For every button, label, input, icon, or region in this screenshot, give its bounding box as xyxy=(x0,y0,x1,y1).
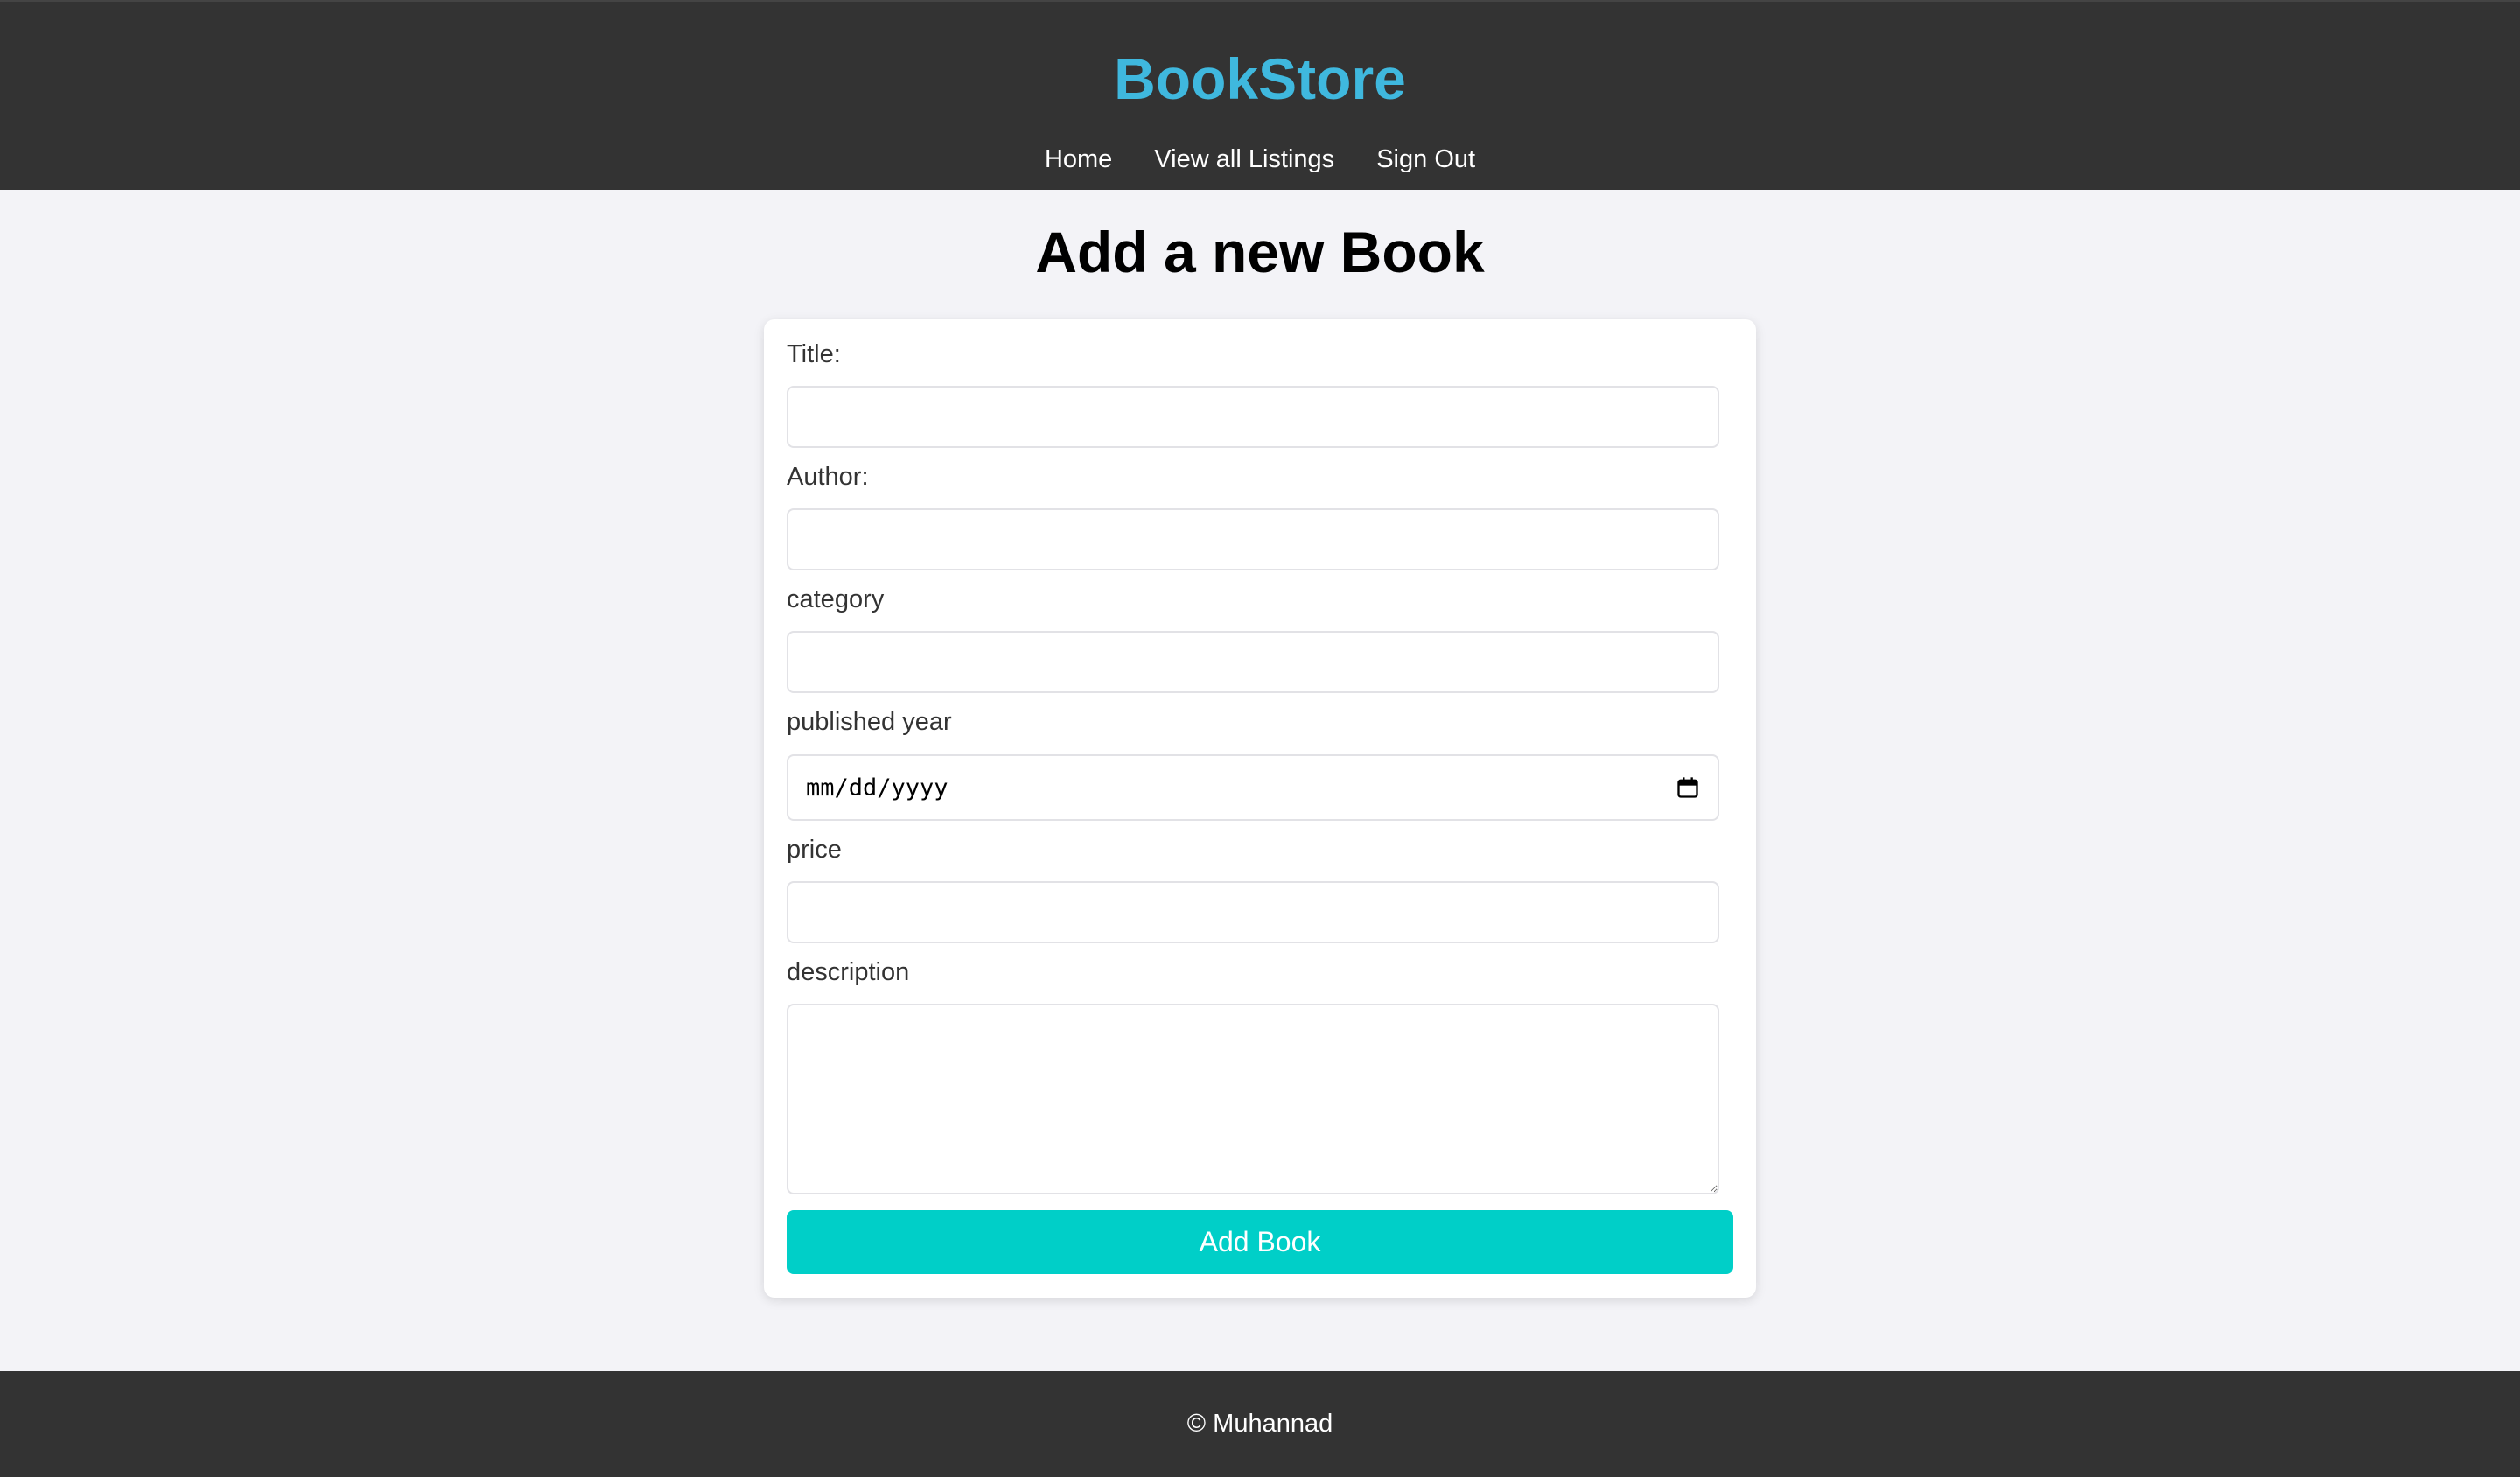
brand-logo[interactable]: BookStore xyxy=(0,44,2520,114)
add-book-form: Title: Author: category published year m… xyxy=(764,319,1756,1298)
category-input[interactable] xyxy=(787,631,1719,693)
site-header: BookStore Home View all Listings Sign Ou… xyxy=(0,0,2520,190)
author-label: Author: xyxy=(787,463,869,491)
title-input[interactable] xyxy=(787,386,1719,448)
page-title: Add a new Book xyxy=(1035,220,1485,284)
nav-home[interactable]: Home xyxy=(1045,145,1112,173)
category-label: category xyxy=(787,585,885,613)
date-placeholder: mm/dd/yyyy xyxy=(806,774,948,802)
author-input[interactable] xyxy=(787,508,1719,570)
published-year-label: published year xyxy=(787,708,952,736)
calendar-icon[interactable] xyxy=(1676,775,1700,800)
price-input[interactable] xyxy=(787,881,1719,943)
copyright-text: © Muhannad xyxy=(1186,1410,1334,1438)
nav-sign-out[interactable]: Sign Out xyxy=(1376,145,1475,173)
description-textarea[interactable] xyxy=(787,1004,1719,1194)
published-year-date-input[interactable]: mm/dd/yyyy xyxy=(787,754,1719,821)
add-book-button[interactable]: Add Book xyxy=(787,1210,1733,1274)
description-label: description xyxy=(787,958,910,986)
title-label: Title: xyxy=(787,340,841,368)
price-label: price xyxy=(787,836,842,864)
site-footer: © Muhannad xyxy=(0,1371,2520,1477)
main-nav: Home View all Listings Sign Out xyxy=(0,142,2520,177)
nav-view-all-listings[interactable]: View all Listings xyxy=(1154,145,1334,173)
